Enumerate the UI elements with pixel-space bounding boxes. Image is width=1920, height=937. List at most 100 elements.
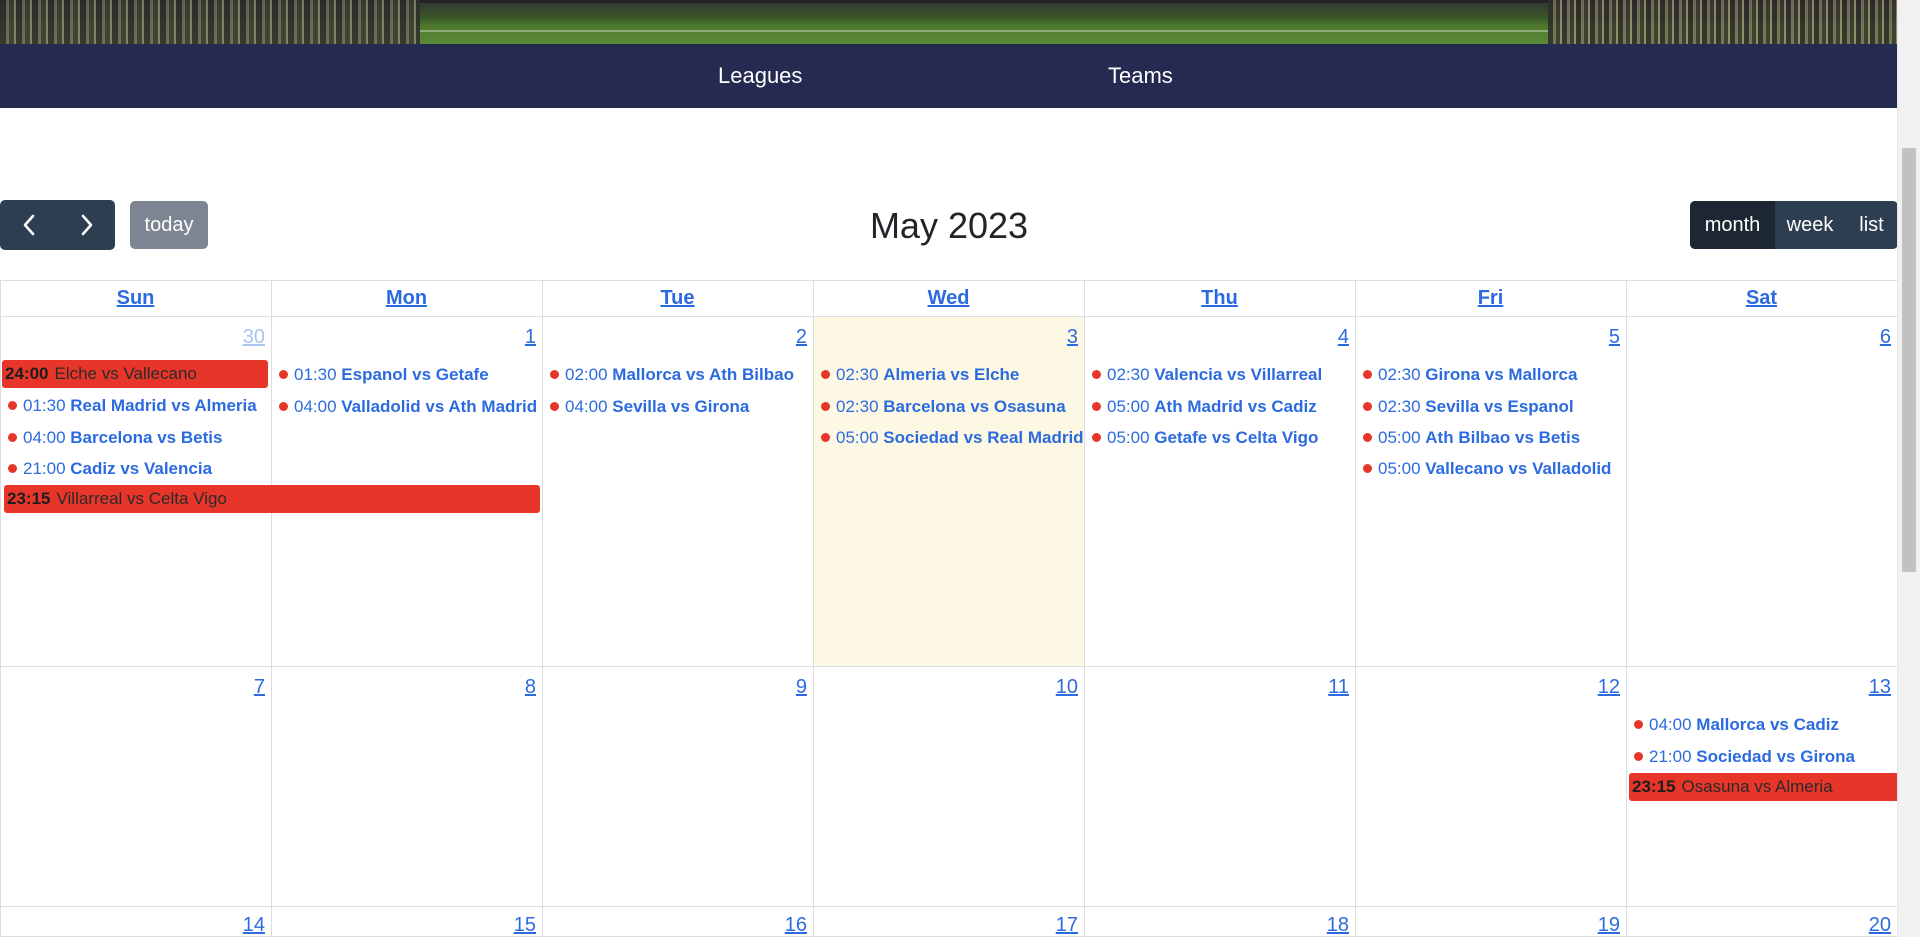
event-dot-icon: [1634, 752, 1643, 762]
day-number[interactable]: 13: [1626, 676, 1891, 699]
event-title: Mallorca vs Ath Bilbao: [612, 365, 794, 384]
event-item[interactable]: 05:00 Ath Bilbao vs Betis: [1359, 423, 1625, 453]
event-time: 04:00: [565, 397, 608, 416]
view-month-button[interactable]: month: [1690, 201, 1775, 249]
scrollbar-thumb[interactable]: [1902, 148, 1916, 572]
event-time: 21:00: [23, 459, 66, 478]
day-number[interactable]: 10: [813, 676, 1078, 699]
stadium-banner: [0, 0, 1898, 44]
event-dot-icon: [1363, 433, 1372, 443]
event-time: 02:30: [836, 397, 879, 416]
event-item[interactable]: 04:00 Sevilla vs Girona: [546, 392, 812, 422]
event-title: Elche vs Vallecano: [54, 364, 197, 383]
day-number[interactable]: 12: [1355, 676, 1620, 699]
event-title: Getafe vs Celta Vigo: [1154, 428, 1319, 447]
day-number[interactable]: 11: [1084, 676, 1349, 699]
event-bar[interactable]: 24:00 Elche vs Vallecano: [2, 360, 268, 388]
event-item[interactable]: 02:00 Mallorca vs Ath Bilbao: [546, 360, 812, 390]
event-bar[interactable]: 23:15 Osasuna vs Almeria: [1629, 773, 1897, 801]
event-time: 02:30: [1378, 365, 1421, 384]
event-dot-icon: [8, 464, 17, 474]
page-scrollbar[interactable]: [1897, 0, 1920, 937]
day-number[interactable]: 7: [0, 676, 265, 699]
event-time: 23:15: [7, 489, 51, 508]
event-item[interactable]: 21:00 Sociedad vs Girona: [1630, 742, 1896, 772]
dow-header-sat[interactable]: Sat: [1626, 280, 1897, 316]
event-item[interactable]: 05:00 Getafe vs Celta Vigo: [1088, 423, 1354, 453]
dow-header-tue[interactable]: Tue: [542, 280, 813, 316]
day-number[interactable]: 6: [1626, 326, 1891, 349]
event-dot-icon: [279, 370, 288, 380]
dow-header-fri[interactable]: Fri: [1355, 280, 1626, 316]
view-list-button[interactable]: list: [1845, 201, 1898, 249]
event-item[interactable]: 05:00 Sociedad vs Real Madrid: [817, 423, 1083, 453]
dow-header-sun[interactable]: Sun: [0, 280, 271, 316]
event-dot-icon: [821, 370, 830, 380]
dow-header-thu[interactable]: Thu: [1084, 280, 1355, 316]
event-item[interactable]: 01:30 Espanol vs Getafe: [275, 360, 541, 390]
event-title: Mallorca vs Cadiz: [1696, 715, 1839, 734]
event-dot-icon: [1363, 464, 1372, 474]
event-dot-icon: [8, 401, 17, 411]
event-item[interactable]: 02:30 Barcelona vs Osasuna: [817, 392, 1083, 422]
grid-line: [813, 280, 814, 937]
nav-link-leagues[interactable]: Leagues: [718, 44, 802, 108]
day-number[interactable]: 16: [542, 914, 807, 937]
day-number[interactable]: 3: [813, 326, 1078, 349]
event-title: Girona vs Mallorca: [1425, 365, 1578, 384]
event-item[interactable]: 02:30 Girona vs Mallorca: [1359, 360, 1625, 390]
day-number[interactable]: 5: [1355, 326, 1620, 349]
day-number[interactable]: 19: [1355, 914, 1620, 937]
event-dot-icon: [1092, 402, 1101, 412]
event-bar[interactable]: 23:15 Villarreal vs Celta Vigo: [4, 485, 540, 513]
event-time: 05:00: [836, 428, 879, 447]
event-item[interactable]: 02:30 Almeria vs Elche: [817, 360, 1083, 390]
month-calendar-grid: Sun Mon Tue Wed Thu Fri Sat 30 1 2 3 4 5…: [0, 280, 1898, 937]
event-time: 04:00: [23, 428, 66, 447]
day-number[interactable]: 2: [542, 326, 807, 349]
day-number[interactable]: 14: [0, 914, 265, 937]
grid-line: [0, 666, 1898, 667]
day-number[interactable]: 20: [1626, 914, 1891, 937]
nav-link-teams[interactable]: Teams: [1108, 44, 1173, 108]
event-dot-icon: [821, 402, 830, 412]
event-item[interactable]: 04:00 Barcelona vs Betis: [4, 423, 270, 453]
grid-line: [1355, 280, 1356, 937]
dow-header-mon[interactable]: Mon: [271, 280, 542, 316]
event-title: Ath Madrid vs Cadiz: [1154, 397, 1317, 416]
day-number[interactable]: 8: [271, 676, 536, 699]
grid-line: [0, 280, 1, 937]
event-item[interactable]: 01:30 Real Madrid vs Almeria: [4, 391, 270, 421]
event-item[interactable]: 21:00 Cadiz vs Valencia: [4, 454, 270, 484]
event-item[interactable]: 05:00 Ath Madrid vs Cadiz: [1088, 392, 1354, 422]
event-dot-icon: [1363, 402, 1372, 412]
day-number[interactable]: 17: [813, 914, 1078, 937]
event-time: 02:00: [565, 365, 608, 384]
event-item[interactable]: 04:00 Mallorca vs Cadiz: [1630, 710, 1896, 740]
day-number[interactable]: 18: [1084, 914, 1349, 937]
dow-header-wed[interactable]: Wed: [813, 280, 1084, 316]
event-item[interactable]: 05:00 Vallecano vs Valladolid: [1359, 454, 1625, 484]
event-time: 01:30: [23, 396, 66, 415]
view-switcher: month week list: [1690, 201, 1898, 249]
day-number[interactable]: 1: [271, 326, 536, 349]
grid-line: [271, 280, 272, 937]
event-item[interactable]: 04:00 Valladolid vs Ath Madrid: [275, 392, 541, 422]
day-number[interactable]: 30: [0, 326, 265, 349]
event-time: 04:00: [1649, 715, 1692, 734]
day-number[interactable]: 4: [1084, 326, 1349, 349]
day-number[interactable]: 9: [542, 676, 807, 699]
event-dot-icon: [8, 433, 17, 443]
event-title: Vallecano vs Valladolid: [1425, 459, 1612, 478]
event-dot-icon: [550, 370, 559, 380]
day-number[interactable]: 15: [271, 914, 536, 937]
event-item[interactable]: 02:30 Sevilla vs Espanol: [1359, 392, 1625, 422]
view-week-button[interactable]: week: [1775, 201, 1845, 249]
grid-line: [1626, 280, 1627, 937]
event-dot-icon: [1634, 720, 1643, 730]
event-time: 02:30: [1378, 397, 1421, 416]
event-time: 21:00: [1649, 747, 1692, 766]
event-time: 04:00: [294, 397, 337, 416]
event-item[interactable]: 02:30 Valencia vs Villarreal: [1088, 360, 1354, 390]
banner-pitch-line: [420, 30, 1548, 32]
